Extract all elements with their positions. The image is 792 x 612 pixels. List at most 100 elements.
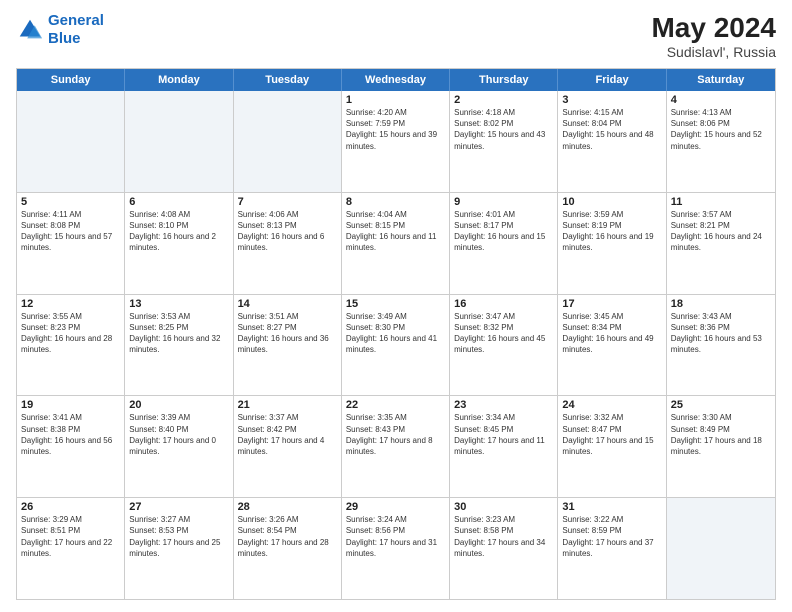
cell-info: Sunrise: 3:32 AMSunset: 8:47 PMDaylight:… xyxy=(562,412,661,457)
cell-info: Sunrise: 4:08 AMSunset: 8:10 PMDaylight:… xyxy=(129,209,228,254)
day-number: 11 xyxy=(671,196,771,208)
day-number: 9 xyxy=(454,196,553,208)
cell-info: Sunrise: 3:35 AMSunset: 8:43 PMDaylight:… xyxy=(346,412,445,457)
calendar-cell: 1Sunrise: 4:20 AMSunset: 7:59 PMDaylight… xyxy=(342,91,450,192)
cell-info: Sunrise: 3:27 AMSunset: 8:53 PMDaylight:… xyxy=(129,514,228,559)
day-number: 3 xyxy=(562,94,661,106)
logo-general: General xyxy=(48,12,104,29)
header-sunday: Sunday xyxy=(17,69,125,91)
calendar-cell: 31Sunrise: 3:22 AMSunset: 8:59 PMDayligh… xyxy=(558,498,666,599)
calendar-cell: 14Sunrise: 3:51 AMSunset: 8:27 PMDayligh… xyxy=(234,295,342,396)
day-number: 6 xyxy=(129,196,228,208)
cell-info: Sunrise: 3:59 AMSunset: 8:19 PMDaylight:… xyxy=(562,209,661,254)
calendar-cell: 20Sunrise: 3:39 AMSunset: 8:40 PMDayligh… xyxy=(125,396,233,497)
calendar-row: 5Sunrise: 4:11 AMSunset: 8:08 PMDaylight… xyxy=(17,192,775,294)
day-number: 22 xyxy=(346,399,445,411)
header-wednesday: Wednesday xyxy=(342,69,450,91)
cell-info: Sunrise: 3:24 AMSunset: 8:56 PMDaylight:… xyxy=(346,514,445,559)
calendar-cell: 12Sunrise: 3:55 AMSunset: 8:23 PMDayligh… xyxy=(17,295,125,396)
calendar-cell: 7Sunrise: 4:06 AMSunset: 8:13 PMDaylight… xyxy=(234,193,342,294)
calendar-cell xyxy=(125,91,233,192)
calendar-cell: 18Sunrise: 3:43 AMSunset: 8:36 PMDayligh… xyxy=(667,295,775,396)
cell-info: Sunrise: 4:15 AMSunset: 8:04 PMDaylight:… xyxy=(562,107,661,152)
day-number: 27 xyxy=(129,501,228,513)
cell-info: Sunrise: 3:49 AMSunset: 8:30 PMDaylight:… xyxy=(346,311,445,356)
day-number: 28 xyxy=(238,501,337,513)
cell-info: Sunrise: 3:23 AMSunset: 8:58 PMDaylight:… xyxy=(454,514,553,559)
month-year: May 2024 xyxy=(651,12,776,44)
cell-info: Sunrise: 4:01 AMSunset: 8:17 PMDaylight:… xyxy=(454,209,553,254)
calendar-header: Sunday Monday Tuesday Wednesday Thursday… xyxy=(17,69,775,91)
cell-info: Sunrise: 4:20 AMSunset: 7:59 PMDaylight:… xyxy=(346,107,445,152)
day-number: 4 xyxy=(671,94,771,106)
calendar-cell: 29Sunrise: 3:24 AMSunset: 8:56 PMDayligh… xyxy=(342,498,450,599)
day-number: 17 xyxy=(562,298,661,310)
calendar-cell: 25Sunrise: 3:30 AMSunset: 8:49 PMDayligh… xyxy=(667,396,775,497)
cell-info: Sunrise: 3:26 AMSunset: 8:54 PMDaylight:… xyxy=(238,514,337,559)
calendar-cell: 28Sunrise: 3:26 AMSunset: 8:54 PMDayligh… xyxy=(234,498,342,599)
day-number: 30 xyxy=(454,501,553,513)
day-number: 15 xyxy=(346,298,445,310)
cell-info: Sunrise: 4:11 AMSunset: 8:08 PMDaylight:… xyxy=(21,209,120,254)
calendar-cell: 15Sunrise: 3:49 AMSunset: 8:30 PMDayligh… xyxy=(342,295,450,396)
calendar-cell: 16Sunrise: 3:47 AMSunset: 8:32 PMDayligh… xyxy=(450,295,558,396)
day-number: 16 xyxy=(454,298,553,310)
calendar-cell: 30Sunrise: 3:23 AMSunset: 8:58 PMDayligh… xyxy=(450,498,558,599)
day-number: 10 xyxy=(562,196,661,208)
day-number: 26 xyxy=(21,501,120,513)
calendar-row: 1Sunrise: 4:20 AMSunset: 7:59 PMDaylight… xyxy=(17,91,775,192)
calendar-cell: 10Sunrise: 3:59 AMSunset: 8:19 PMDayligh… xyxy=(558,193,666,294)
day-number: 31 xyxy=(562,501,661,513)
calendar-body: 1Sunrise: 4:20 AMSunset: 7:59 PMDaylight… xyxy=(17,91,775,599)
calendar-cell xyxy=(17,91,125,192)
cell-info: Sunrise: 3:43 AMSunset: 8:36 PMDaylight:… xyxy=(671,311,771,356)
cell-info: Sunrise: 3:29 AMSunset: 8:51 PMDaylight:… xyxy=(21,514,120,559)
calendar-cell: 19Sunrise: 3:41 AMSunset: 8:38 PMDayligh… xyxy=(17,396,125,497)
location: Sudislavl', Russia xyxy=(651,44,776,60)
calendar-cell: 24Sunrise: 3:32 AMSunset: 8:47 PMDayligh… xyxy=(558,396,666,497)
cell-info: Sunrise: 3:39 AMSunset: 8:40 PMDaylight:… xyxy=(129,412,228,457)
cell-info: Sunrise: 3:55 AMSunset: 8:23 PMDaylight:… xyxy=(21,311,120,356)
calendar-cell: 8Sunrise: 4:04 AMSunset: 8:15 PMDaylight… xyxy=(342,193,450,294)
logo: General Blue xyxy=(16,12,104,48)
day-number: 24 xyxy=(562,399,661,411)
logo-text: General Blue xyxy=(48,12,104,48)
calendar-cell xyxy=(667,498,775,599)
calendar-row: 26Sunrise: 3:29 AMSunset: 8:51 PMDayligh… xyxy=(17,497,775,599)
cell-info: Sunrise: 3:57 AMSunset: 8:21 PMDaylight:… xyxy=(671,209,771,254)
calendar: Sunday Monday Tuesday Wednesday Thursday… xyxy=(16,68,776,600)
title-block: May 2024 Sudislavl', Russia xyxy=(651,12,776,60)
day-number: 5 xyxy=(21,196,120,208)
cell-info: Sunrise: 3:47 AMSunset: 8:32 PMDaylight:… xyxy=(454,311,553,356)
day-number: 12 xyxy=(21,298,120,310)
calendar-cell: 9Sunrise: 4:01 AMSunset: 8:17 PMDaylight… xyxy=(450,193,558,294)
cell-info: Sunrise: 3:34 AMSunset: 8:45 PMDaylight:… xyxy=(454,412,553,457)
calendar-cell: 17Sunrise: 3:45 AMSunset: 8:34 PMDayligh… xyxy=(558,295,666,396)
cell-info: Sunrise: 3:37 AMSunset: 8:42 PMDaylight:… xyxy=(238,412,337,457)
day-number: 21 xyxy=(238,399,337,411)
cell-info: Sunrise: 4:18 AMSunset: 8:02 PMDaylight:… xyxy=(454,107,553,152)
cell-info: Sunrise: 4:04 AMSunset: 8:15 PMDaylight:… xyxy=(346,209,445,254)
day-number: 1 xyxy=(346,94,445,106)
logo-blue: Blue xyxy=(48,30,81,47)
page: General Blue May 2024 Sudislavl', Russia… xyxy=(0,0,792,612)
day-number: 23 xyxy=(454,399,553,411)
cell-info: Sunrise: 4:13 AMSunset: 8:06 PMDaylight:… xyxy=(671,107,771,152)
calendar-cell: 2Sunrise: 4:18 AMSunset: 8:02 PMDaylight… xyxy=(450,91,558,192)
day-number: 7 xyxy=(238,196,337,208)
cell-info: Sunrise: 3:53 AMSunset: 8:25 PMDaylight:… xyxy=(129,311,228,356)
calendar-cell: 13Sunrise: 3:53 AMSunset: 8:25 PMDayligh… xyxy=(125,295,233,396)
calendar-cell: 23Sunrise: 3:34 AMSunset: 8:45 PMDayligh… xyxy=(450,396,558,497)
cell-info: Sunrise: 4:06 AMSunset: 8:13 PMDaylight:… xyxy=(238,209,337,254)
calendar-cell: 26Sunrise: 3:29 AMSunset: 8:51 PMDayligh… xyxy=(17,498,125,599)
day-number: 20 xyxy=(129,399,228,411)
calendar-cell: 21Sunrise: 3:37 AMSunset: 8:42 PMDayligh… xyxy=(234,396,342,497)
day-number: 18 xyxy=(671,298,771,310)
header-monday: Monday xyxy=(125,69,233,91)
day-number: 13 xyxy=(129,298,228,310)
calendar-cell: 27Sunrise: 3:27 AMSunset: 8:53 PMDayligh… xyxy=(125,498,233,599)
header-tuesday: Tuesday xyxy=(234,69,342,91)
calendar-cell: 4Sunrise: 4:13 AMSunset: 8:06 PMDaylight… xyxy=(667,91,775,192)
calendar-cell: 3Sunrise: 4:15 AMSunset: 8:04 PMDaylight… xyxy=(558,91,666,192)
cell-info: Sunrise: 3:22 AMSunset: 8:59 PMDaylight:… xyxy=(562,514,661,559)
